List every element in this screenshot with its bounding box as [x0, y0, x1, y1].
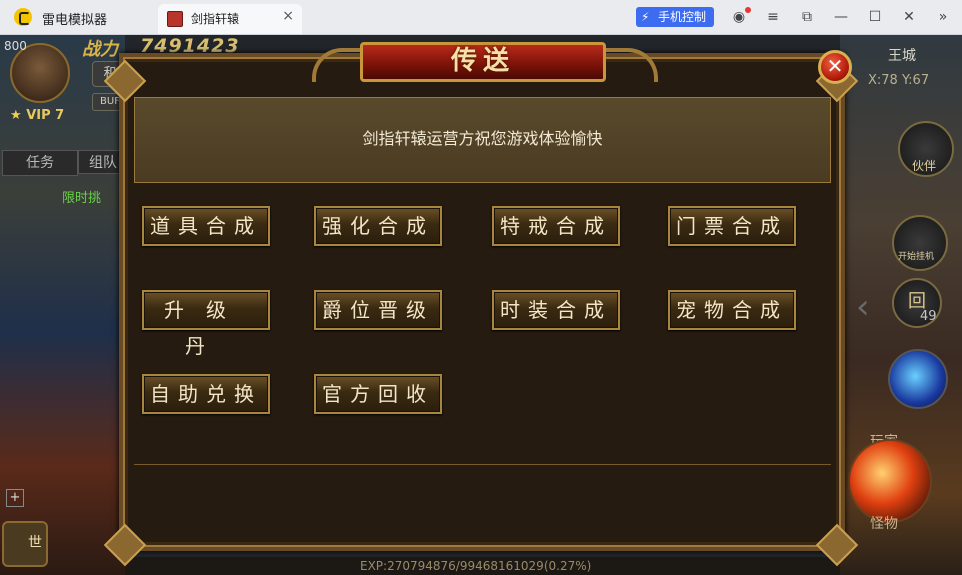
ring-synthesis-button[interactable]: 特戒合成	[492, 206, 620, 246]
enhance-synthesis-button[interactable]: 强化合成	[314, 206, 442, 246]
tab-title: 剑指轩辕	[191, 12, 240, 26]
tab-close-icon[interactable]: ×	[282, 8, 294, 24]
ticket-synthesis-button[interactable]: 门票合成	[668, 206, 796, 246]
restore-icon[interactable]: ⧉	[798, 8, 816, 26]
auto-battle-label: 开始挂机	[898, 252, 935, 262]
rank-promotion-button[interactable]: 爵位晋级	[314, 290, 442, 330]
vip-badge[interactable]: ★ VIP 7	[10, 108, 64, 123]
minimize-icon[interactable]: —	[832, 8, 850, 26]
close-icon[interactable]: ✕	[900, 8, 918, 26]
skill-orb-button[interactable]	[888, 349, 948, 409]
tab-task[interactable]: 任务	[2, 150, 78, 176]
level-pill-button[interactable]: 升级丹	[142, 290, 270, 358]
exp-text: EXP:270794876/99468161029(0.27%)	[360, 559, 592, 573]
dialog-divider	[134, 464, 831, 465]
item-synthesis-button[interactable]: 道具合成	[142, 206, 270, 246]
sidebar-collapse-icon[interactable]: »	[934, 8, 952, 26]
power-label: 战力	[82, 39, 118, 60]
coordinates: X:78 Y:67	[868, 73, 930, 88]
game-tab-icon	[167, 11, 183, 27]
phone-control-label: 手机控制	[658, 10, 707, 24]
hp-number: 800	[4, 39, 27, 53]
chevron-left-icon[interactable]: ‹	[856, 287, 870, 327]
voice-chat-button[interactable]: 世	[2, 521, 48, 567]
notice-text: 剑指轩辕运营方祝您游戏体验愉快	[362, 129, 603, 148]
fashion-synthesis-button[interactable]: 时装合成	[492, 290, 620, 330]
chat-add-button[interactable]: +	[6, 489, 24, 507]
partner-label: 伙伴	[912, 159, 937, 173]
phone-control-button[interactable]: ⚡ 手机控制	[636, 7, 714, 27]
dialog-close-button[interactable]: ✕	[818, 50, 852, 84]
official-recycle-button[interactable]: 官方回收	[314, 374, 442, 414]
tab-game[interactable]: 剑指轩辕 ×	[158, 4, 302, 34]
pet-synthesis-button[interactable]: 宠物合成	[668, 290, 796, 330]
menu-icon[interactable]: ≡	[764, 8, 782, 26]
notification-dot	[745, 7, 751, 13]
attack-button[interactable]	[848, 439, 932, 523]
self-exchange-button[interactable]: 自助兑换	[142, 374, 270, 414]
emulator-title-bar: 雷电模拟器 剑指轩辕 × ⚡ 手机控制 ◉ ≡ ⧉ — ☐ ✕ »	[0, 0, 962, 35]
target-monster-label[interactable]: 怪物	[870, 513, 898, 533]
map-name: 王城	[888, 48, 916, 64]
maximize-icon[interactable]: ☐	[866, 8, 884, 26]
app-name: 雷电模拟器	[42, 13, 108, 28]
star-icon: ★	[10, 108, 22, 123]
return-scroll-count: 49	[920, 309, 937, 324]
dialog-title: 传送	[450, 46, 515, 76]
app-logo-icon	[14, 8, 32, 26]
lightning-icon: ⚡	[641, 10, 650, 24]
quest-text[interactable]: 限时挑	[62, 187, 101, 206]
vip-label: VIP 7	[26, 108, 65, 123]
auto-battle-button[interactable]	[892, 215, 948, 271]
